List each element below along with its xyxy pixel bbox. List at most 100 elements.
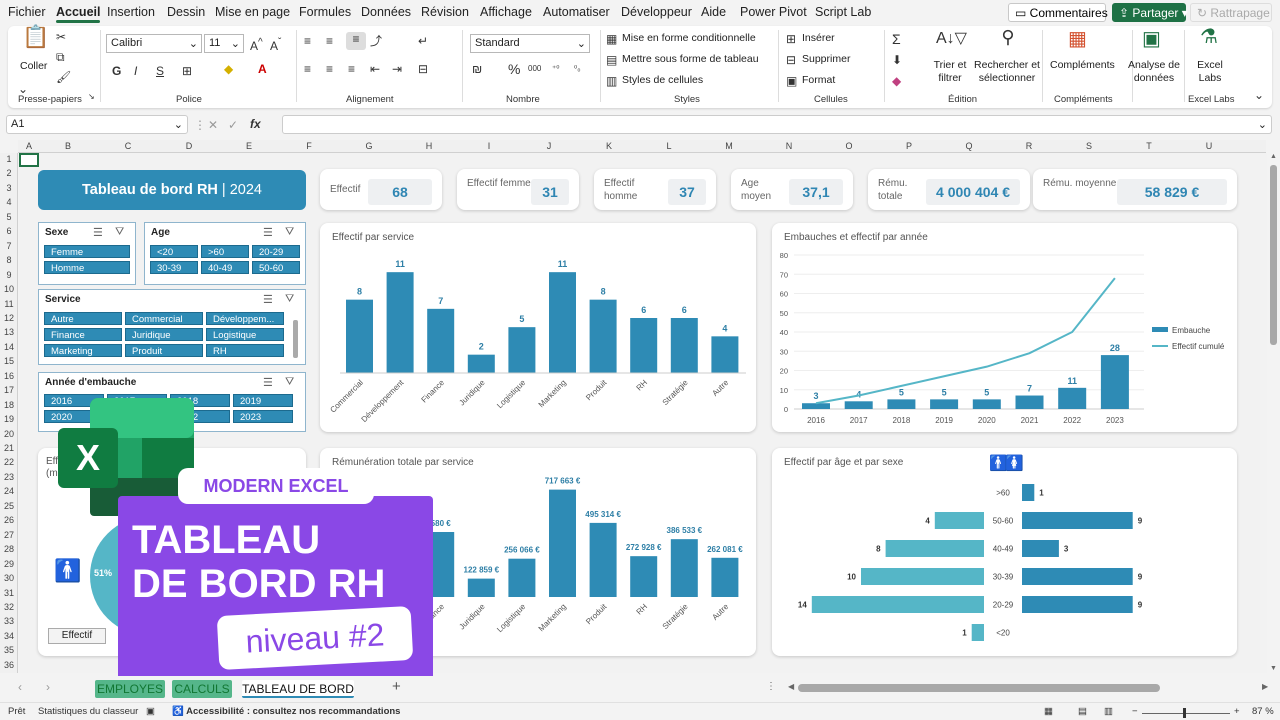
increase-indent-icon[interactable]: ⇥ [392, 62, 402, 76]
scroll-right-icon[interactable]: ▶ [1262, 682, 1268, 691]
format-table-icon[interactable]: ▤ [606, 53, 617, 67]
zoom-slider-thumb[interactable] [1183, 708, 1186, 718]
menu-mise-en-page[interactable]: Mise en page [215, 5, 290, 19]
column-header[interactable]: R [1009, 140, 1049, 153]
delete-icon[interactable]: ⊟ [786, 53, 796, 67]
sheet-tab[interactable]: EMPLOYES [95, 680, 165, 698]
slicer-item[interactable]: Logistique [206, 328, 284, 341]
column-header[interactable]: N [769, 140, 809, 153]
row-header[interactable]: 25 [0, 501, 18, 515]
number-format-select[interactable]: Standard ⌄ [470, 34, 590, 53]
name-box[interactable]: A1 ⌄ [6, 115, 188, 134]
align-center-icon[interactable]: ≡ [326, 62, 333, 76]
row-header[interactable]: 17 [0, 385, 18, 399]
catchup-button[interactable]: ↻ Rattrapage [1190, 3, 1272, 22]
normal-view-icon[interactable]: ▦ [1044, 706, 1053, 717]
row-header[interactable]: 20 [0, 429, 18, 443]
column-header[interactable]: O [829, 140, 869, 153]
page-layout-icon[interactable]: ▤ [1078, 706, 1087, 717]
column-header[interactable]: L [649, 140, 689, 153]
underline-button[interactable]: S [156, 64, 164, 78]
share-button[interactable]: ⇪ Partager ▾ [1112, 3, 1188, 22]
collapse-ribbon-icon[interactable]: ⌄ [1254, 88, 1264, 102]
row-header[interactable]: 4 [0, 197, 18, 211]
row-header[interactable]: 21 [0, 443, 18, 457]
more-tabs-icon[interactable]: ⋮ [766, 681, 776, 692]
paste-icon[interactable]: 📋 [22, 26, 49, 60]
slicer-item[interactable]: 2019 [233, 394, 293, 407]
borders-icon[interactable]: ⊞ [182, 64, 192, 78]
scroll-down-icon[interactable]: ▼ [1270, 665, 1277, 672]
slicer-item[interactable]: 40-49 [201, 261, 249, 274]
pie-filter-button[interactable]: Effectif [48, 628, 106, 644]
function-icon[interactable]: fx [250, 117, 261, 131]
slicer-item[interactable]: <20 [150, 245, 198, 258]
enter-icon[interactable]: ✓ [228, 118, 238, 132]
column-header[interactable]: M [709, 140, 749, 153]
merge-center-icon[interactable]: ⊟ [418, 62, 428, 76]
grow-font-icon[interactable]: A^ [250, 36, 263, 53]
fill-icon[interactable]: ⬇ [892, 53, 902, 67]
insert-icon[interactable]: ⊞ [786, 32, 796, 46]
row-header[interactable]: 26 [0, 515, 18, 529]
menu-power-pivot[interactable]: Power Pivot [740, 5, 807, 19]
row-header[interactable]: 15 [0, 356, 18, 370]
multiselect-icon[interactable]: ☰ [263, 376, 273, 389]
increase-decimal-icon[interactable]: ⁺⁰ [552, 62, 559, 76]
cell-styles-button[interactable]: Styles de cellules [622, 74, 703, 86]
menu-dessin[interactable]: Dessin [167, 5, 205, 19]
row-header[interactable]: 33 [0, 616, 18, 630]
add-sheet-icon[interactable]: + [392, 678, 401, 695]
multiselect-icon[interactable]: ☰ [263, 226, 273, 239]
percent-icon[interactable]: % [508, 62, 520, 76]
page-break-icon[interactable]: ▥ [1104, 706, 1113, 717]
column-header[interactable]: T [1129, 140, 1169, 153]
sheet-tab[interactable]: TABLEAU DE BORD [242, 680, 354, 698]
paste-button[interactable]: Coller [20, 60, 47, 72]
copy-icon[interactable]: ⧉ [56, 50, 65, 64]
delete-button[interactable]: Supprimer [802, 53, 850, 65]
column-header[interactable]: G [349, 140, 389, 153]
thousands-icon[interactable]: 000 [528, 62, 541, 76]
menu-automatiser[interactable]: Automatiser [543, 5, 610, 19]
zoom-in-icon[interactable]: + [1234, 706, 1240, 717]
sheet-tab[interactable]: CALCULS [172, 680, 232, 698]
excel-labs-button[interactable]: Excel Labs [1196, 59, 1224, 85]
scroll-left-icon[interactable]: ◀ [788, 682, 794, 691]
menu-développeur[interactable]: Développeur [621, 5, 692, 19]
clear-filter-icon[interactable]: ⛛ [285, 226, 294, 239]
column-header[interactable]: H [409, 140, 449, 153]
row-header[interactable]: 29 [0, 559, 18, 573]
align-right-icon[interactable]: ≡ [348, 62, 355, 76]
row-header[interactable]: 2 [0, 168, 18, 182]
slicer-item[interactable]: Juridique [125, 328, 203, 341]
slicer-item[interactable]: Développem... [206, 312, 284, 325]
menu-affichage[interactable]: Affichage [480, 5, 532, 19]
format-icon[interactable]: ▣ [786, 74, 797, 88]
format-button[interactable]: Format [802, 74, 835, 86]
menu-accueil[interactable]: Accueil [56, 5, 101, 23]
column-header[interactable]: F [289, 140, 329, 153]
row-header[interactable]: 6 [0, 226, 18, 240]
row-header[interactable]: 28 [0, 544, 18, 558]
column-header[interactable]: I [469, 140, 509, 153]
column-header[interactable]: K [589, 140, 629, 153]
row-header[interactable]: 9 [0, 270, 18, 284]
menu-aide[interactable]: Aide [701, 5, 726, 19]
slicer-item[interactable]: Marketing [44, 344, 122, 357]
slicer-item[interactable]: 20-29 [252, 245, 300, 258]
menu-insertion[interactable]: Insertion [107, 5, 155, 19]
slicer-item[interactable]: Femme [44, 245, 130, 258]
slicer-item[interactable]: 2023 [233, 410, 293, 423]
slicer-item[interactable]: Commercial [125, 312, 203, 325]
slicer-item[interactable]: Homme [44, 261, 130, 274]
autosum-icon[interactable]: Σ [892, 32, 901, 46]
menu-formules[interactable]: Formules [299, 5, 351, 19]
addins-button[interactable]: Compléments [1050, 59, 1115, 71]
align-top-icon[interactable]: ≡ [304, 34, 311, 48]
multiselect-icon[interactable]: ☰ [93, 226, 103, 239]
column-header[interactable]: Q [949, 140, 989, 153]
accessibility-button[interactable]: ♿ Accessibilité : consultez nos recomman… [172, 706, 400, 717]
bold-button[interactable]: G [112, 64, 121, 78]
row-header[interactable]: 22 [0, 457, 18, 471]
